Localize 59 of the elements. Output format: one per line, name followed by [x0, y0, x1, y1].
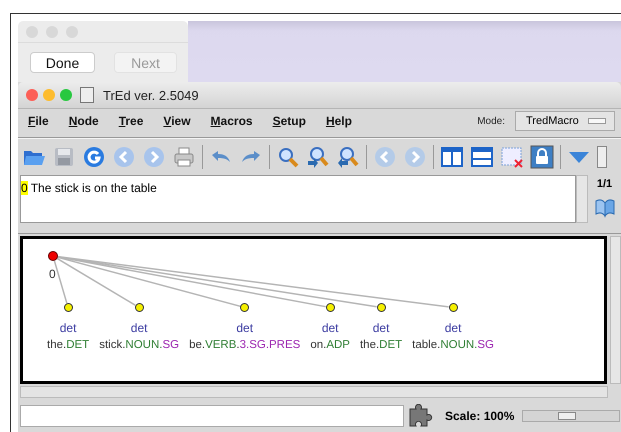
node-word-label: table.NOUN.SG [412, 339, 494, 351]
back-icon[interactable] [112, 145, 136, 169]
vertical-scrollbar[interactable] [576, 175, 588, 223]
sentence-index: 0 [21, 181, 28, 195]
window-title: TrEd ver. 2.5049 [103, 88, 199, 102]
node-word-label: be.VERB.3.SG.PRES [189, 339, 300, 351]
tree-node[interactable] [240, 303, 250, 312]
node-function-label: det [372, 321, 390, 335]
scale-slider[interactable] [522, 410, 620, 422]
node-function-label: det [322, 321, 338, 335]
zoom-in-icon[interactable] [306, 145, 330, 169]
node-word-label: on.ADP [310, 339, 350, 351]
magnifier-icon[interactable] [276, 145, 300, 169]
node-function-label: det [130, 321, 148, 335]
split-horizontal-icon[interactable] [470, 145, 494, 169]
tree-node[interactable] [64, 303, 73, 312]
node-function-label: det [444, 321, 462, 335]
root-node[interactable] [48, 251, 58, 261]
tree-node[interactable] [326, 303, 335, 312]
puzzle-icon[interactable] [407, 404, 433, 428]
mode-label: Mode: [477, 116, 505, 126]
close-icon[interactable] [26, 89, 38, 101]
menu-item[interactable]: View [163, 114, 191, 128]
zoom-icon[interactable] [60, 89, 72, 101]
mode-dropdown[interactable]: TredMacro [515, 111, 615, 131]
lock-icon[interactable] [530, 145, 554, 169]
previous-icon[interactable] [373, 145, 397, 169]
split-vertical-icon[interactable] [440, 145, 464, 169]
menu-item[interactable]: File [28, 114, 49, 128]
menu-item[interactable]: Tree [118, 114, 144, 128]
node-function-label: det [236, 321, 254, 335]
forward-icon[interactable] [142, 145, 166, 169]
node-word-label: stick.NOUN.SG [99, 339, 180, 351]
input-field[interactable] [20, 405, 404, 427]
reload-icon[interactable] [82, 145, 106, 169]
scale-label: Scale: 100% [445, 409, 514, 423]
signal-icon[interactable] [597, 146, 607, 168]
tree-counter: 1/1 [596, 178, 612, 190]
horizontal-scrollbar[interactable] [20, 386, 608, 398]
menu-item[interactable]: Macros [210, 114, 253, 128]
node-word-label: the.DET [360, 339, 402, 351]
menu-item[interactable]: Setup [272, 114, 306, 128]
sentence-text: The stick is on the table [30, 181, 157, 195]
node-word-label: the.DET [47, 339, 90, 351]
tree-node[interactable] [376, 303, 386, 312]
vertical-scrollbar[interactable] [610, 236, 621, 384]
menu-item[interactable]: Help [326, 114, 352, 128]
app-icon [80, 87, 94, 103]
printer-icon[interactable] [172, 145, 196, 169]
remove-pane-icon[interactable] [500, 145, 524, 169]
next-icon[interactable] [403, 145, 427, 169]
menu-item[interactable]: Node [68, 114, 99, 128]
tree-node[interactable] [448, 303, 458, 312]
tree-node[interactable] [134, 303, 144, 312]
slider-thumb[interactable] [558, 412, 576, 420]
node-function-label: det [60, 321, 76, 335]
done-button[interactable]: Done [30, 52, 95, 73]
zoom-out-icon[interactable] [336, 145, 360, 169]
node-label: 0 [49, 267, 56, 281]
